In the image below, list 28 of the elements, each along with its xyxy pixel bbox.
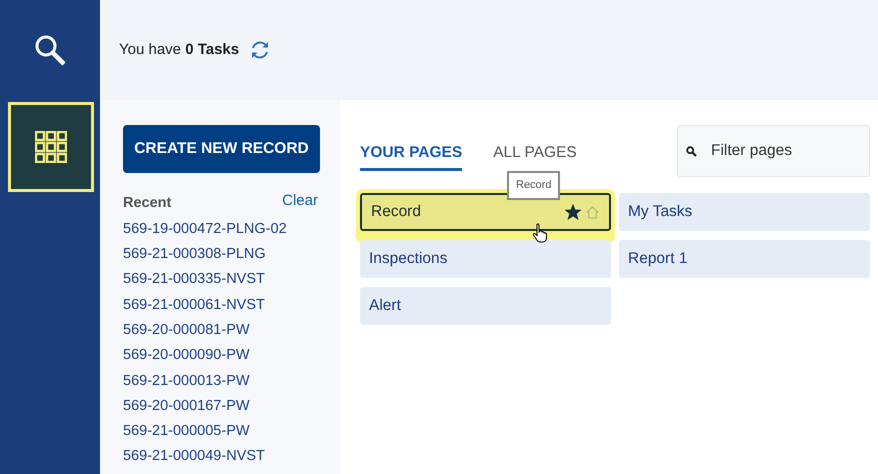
page-tile[interactable]: Report 1 xyxy=(619,240,870,278)
record-link[interactable]: 569-20-000167-PW xyxy=(123,394,318,420)
search-icon xyxy=(33,33,67,67)
record-link[interactable]: 569-21-000061-NVST xyxy=(123,292,318,318)
page-tile[interactable]: Alert xyxy=(360,287,611,325)
record-link[interactable]: 569-20-000081-PW xyxy=(123,318,318,344)
record-link[interactable]: 569-21-000335-NVST xyxy=(123,267,318,293)
tooltip: Record xyxy=(507,171,560,200)
create-record-button[interactable]: CREATE NEW RECORD xyxy=(123,125,320,173)
filter-field[interactable]: Filter pages xyxy=(677,125,870,177)
search-icon xyxy=(686,146,697,157)
clear-link[interactable]: Clear xyxy=(282,190,318,215)
grid-icon xyxy=(35,131,67,163)
hand-cursor-icon xyxy=(532,222,548,243)
record-link[interactable]: 569-21-000013-PW xyxy=(123,368,318,394)
record-link[interactable]: 569-21-000308-PLNG xyxy=(123,242,318,268)
apps-button[interactable] xyxy=(8,102,94,192)
page-tab[interactable]: YOUR PAGES xyxy=(360,125,462,172)
record-link[interactable]: 569-21-000005-PW xyxy=(123,419,318,444)
page-tile[interactable]: My Tasks xyxy=(619,193,870,231)
page-tile[interactable]: Inspections xyxy=(360,240,611,278)
recent-heading: Recent xyxy=(123,194,172,213)
page-tab[interactable]: ALL PAGES xyxy=(493,125,577,172)
star-icon[interactable] xyxy=(565,204,581,220)
tasks-summary: You have 0 Tasks xyxy=(119,40,240,60)
record-link[interactable]: 569-20-000090-PW xyxy=(123,343,318,369)
record-link[interactable]: 569-21-000049-NVST xyxy=(123,444,318,470)
record-link[interactable]: 569-19-000472-PLNG-02 xyxy=(123,216,318,242)
